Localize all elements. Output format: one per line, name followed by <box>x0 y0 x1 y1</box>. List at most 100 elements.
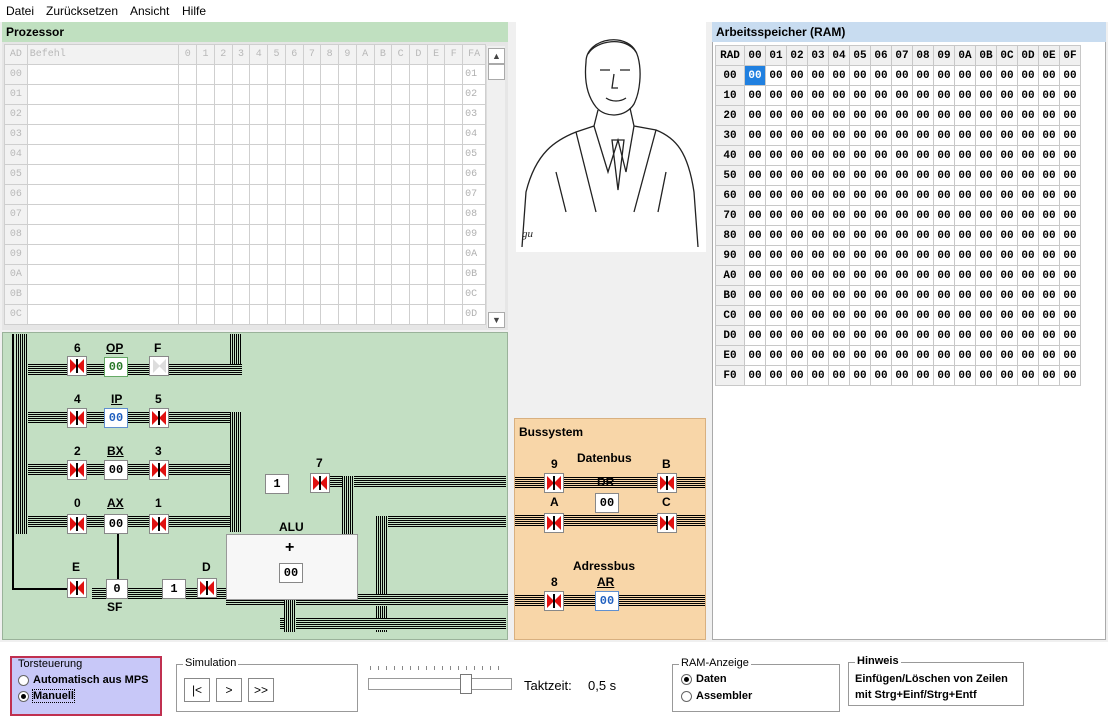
table-row[interactable]: 04 05 <box>4 144 486 165</box>
ram-cell[interactable]: 00 <box>765 285 787 306</box>
ram-cell[interactable]: 00 <box>849 325 871 346</box>
ram-cell[interactable]: 00 <box>975 165 997 186</box>
bit-cell[interactable] <box>408 164 428 185</box>
ram-cell[interactable]: 00 <box>807 145 829 166</box>
bit-cell[interactable] <box>444 144 464 165</box>
ram-cell[interactable]: 00 <box>807 345 829 366</box>
ram-cell[interactable]: 00 <box>996 225 1018 246</box>
bit-cell[interactable] <box>249 304 269 325</box>
ram-cell[interactable]: 00 <box>1017 205 1039 226</box>
ram-cell[interactable]: 00 <box>828 265 850 286</box>
ram-cell[interactable]: 00 <box>786 105 808 126</box>
ram-cell[interactable]: 00 <box>870 165 892 186</box>
ram-cell[interactable]: 00 <box>996 65 1018 86</box>
bit-cell[interactable] <box>408 224 428 245</box>
ram-cell[interactable]: 00 <box>765 125 787 146</box>
ram-cell[interactable]: 00 <box>870 125 892 146</box>
ram-cell[interactable]: 00 <box>765 185 787 206</box>
bit-cell[interactable] <box>267 124 286 145</box>
ram-cell[interactable]: 00 <box>849 265 871 286</box>
ram-cell[interactable]: 00 <box>891 65 913 86</box>
bit-cell[interactable] <box>426 184 446 205</box>
ram-cell[interactable]: 00 <box>786 365 808 386</box>
ram-cell[interactable]: 00 <box>744 305 766 326</box>
bit-cell[interactable] <box>196 184 215 205</box>
ram-cell[interactable]: 00 <box>1038 325 1060 346</box>
bit-cell[interactable] <box>249 244 269 265</box>
befehl-cell[interactable] <box>26 244 180 265</box>
ram-cell[interactable]: 00 <box>849 165 871 186</box>
bit-cell[interactable] <box>196 244 215 265</box>
bit-cell[interactable] <box>338 84 357 105</box>
ram-cell[interactable]: 00 <box>744 365 766 386</box>
ram-cell[interactable]: 00 <box>1059 85 1081 106</box>
ram-cell[interactable]: 00 <box>786 205 808 226</box>
ram-cell[interactable]: 00 <box>954 305 976 326</box>
ram-cell[interactable]: 00 <box>870 85 892 106</box>
ram-cell[interactable]: 00 <box>870 205 892 226</box>
bit-cell[interactable] <box>302 244 322 265</box>
radio-daten[interactable]: Daten <box>681 673 727 685</box>
menu-hilfe[interactable]: Hilfe <box>182 4 206 18</box>
bit-cell[interactable] <box>302 224 322 245</box>
bit-cell[interactable] <box>426 144 446 165</box>
ram-cell[interactable]: 00 <box>744 345 766 366</box>
gate-4-icon[interactable] <box>67 408 87 428</box>
table-row[interactable]: 07 08 <box>4 204 486 225</box>
ram-cell[interactable]: 00 <box>954 345 976 366</box>
ram-cell[interactable]: 00 <box>1059 105 1081 126</box>
ram-cell[interactable]: 00 <box>891 285 913 306</box>
bit-cell[interactable] <box>320 284 340 305</box>
ram-cell[interactable]: 00 <box>1017 185 1039 206</box>
bit-cell[interactable] <box>196 164 215 185</box>
bit-cell[interactable] <box>408 264 428 285</box>
ram-cell[interactable]: 00 <box>744 245 766 266</box>
bit-cell[interactable] <box>338 284 357 305</box>
bit-cell[interactable] <box>355 304 375 325</box>
ram-cell[interactable]: 00 <box>765 65 787 86</box>
ram-cell[interactable]: 00 <box>786 305 808 326</box>
bit-cell[interactable] <box>178 144 198 165</box>
ram-cell[interactable]: 00 <box>891 325 913 346</box>
bit-cell[interactable] <box>426 64 446 85</box>
ram-cell[interactable]: 00 <box>933 365 955 386</box>
bit-cell[interactable] <box>373 184 393 205</box>
gate-8-icon[interactable] <box>544 591 564 611</box>
ram-cell[interactable]: 00 <box>933 185 955 206</box>
bit-cell[interactable] <box>391 124 410 145</box>
bit-cell[interactable] <box>231 184 251 205</box>
radio-assembler[interactable]: Assembler <box>681 690 752 702</box>
gate-b-icon[interactable] <box>657 473 677 493</box>
bit-cell[interactable] <box>320 224 340 245</box>
bit-cell[interactable] <box>426 124 446 145</box>
ram-cell[interactable]: 00 <box>828 165 850 186</box>
bit-cell[interactable] <box>249 84 269 105</box>
bit-cell[interactable] <box>267 164 286 185</box>
bit-cell[interactable] <box>444 304 464 325</box>
bit-cell[interactable] <box>267 204 286 225</box>
bit-cell[interactable] <box>355 144 375 165</box>
bit-cell[interactable] <box>320 184 340 205</box>
bit-cell[interactable] <box>196 144 215 165</box>
ram-cell[interactable]: 00 <box>996 285 1018 306</box>
bit-cell[interactable] <box>338 304 357 325</box>
bit-cell[interactable] <box>355 184 375 205</box>
ram-cell[interactable]: 00 <box>849 85 871 106</box>
bit-cell[interactable] <box>338 144 357 165</box>
bit-cell[interactable] <box>267 244 286 265</box>
bit-cell[interactable] <box>408 304 428 325</box>
ram-cell[interactable]: 00 <box>954 205 976 226</box>
bit-cell[interactable] <box>231 64 251 85</box>
bit-cell[interactable] <box>320 104 340 125</box>
bit-cell[interactable] <box>373 224 393 245</box>
ram-cell[interactable]: 00 <box>1059 185 1081 206</box>
bit-cell[interactable] <box>231 84 251 105</box>
bit-cell[interactable] <box>408 64 428 85</box>
bit-cell[interactable] <box>338 104 357 125</box>
ram-cell[interactable]: 00 <box>870 105 892 126</box>
gate-d-icon[interactable] <box>197 578 217 598</box>
table-row[interactable]: 08 09 <box>4 224 486 245</box>
scroll-thumb[interactable] <box>488 64 505 80</box>
ram-cell[interactable]: 00 <box>891 345 913 366</box>
ram-cell[interactable]: 00 <box>807 65 829 86</box>
